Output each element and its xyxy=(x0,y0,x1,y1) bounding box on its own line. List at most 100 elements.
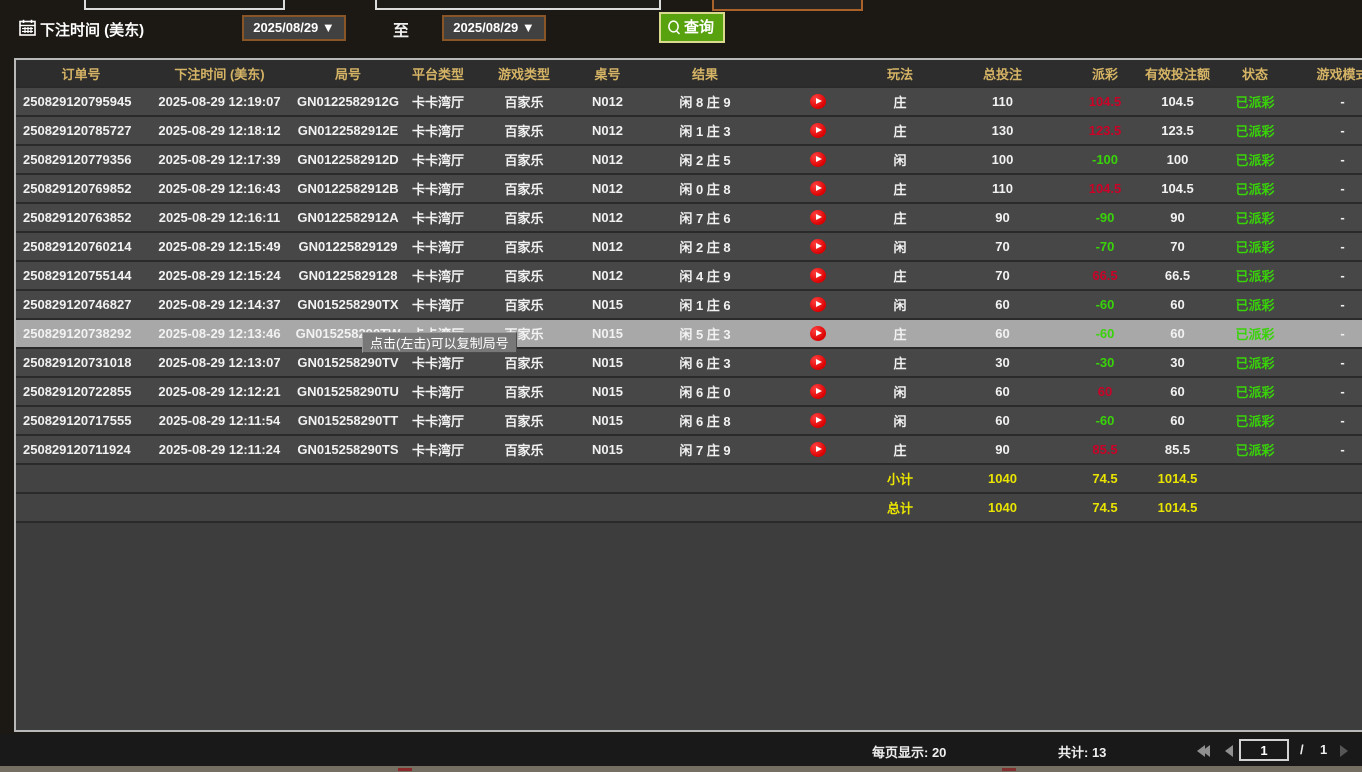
order-number: 250829120711924 xyxy=(16,436,146,463)
play-video-icon[interactable] xyxy=(810,442,826,457)
round-number[interactable]: GN0122582912A xyxy=(293,204,403,231)
game-type: 百家乐 xyxy=(473,146,575,173)
table-number: N012 xyxy=(575,175,640,202)
play-video-icon[interactable] xyxy=(810,152,826,167)
next-page-icon[interactable] xyxy=(1340,744,1348,762)
order-number: 250829120763852 xyxy=(16,204,146,231)
total-bet: 100 xyxy=(935,146,1070,173)
status xyxy=(1215,465,1295,492)
table-row[interactable]: 2508291207602142025-08-29 12:15:49GN0122… xyxy=(16,233,1362,262)
total-bet: 90 xyxy=(935,204,1070,231)
round-number[interactable]: GN0122582912G xyxy=(293,88,403,115)
game-mode: - xyxy=(1295,291,1362,318)
bet-time: 2025-08-29 12:12:21 xyxy=(146,378,293,405)
game-mode: - xyxy=(1295,262,1362,289)
partial-highlighted-field[interactable] xyxy=(712,0,863,11)
valid-bet: 100 xyxy=(1140,146,1215,173)
partial-input-left[interactable] xyxy=(84,0,285,10)
table-row[interactable]: 2508291207698522025-08-29 12:16:43GN0122… xyxy=(16,175,1362,204)
table-row[interactable]: 2508291207468272025-08-29 12:14:37GN0152… xyxy=(16,291,1362,320)
header-order-number: 订单号 xyxy=(16,60,146,86)
order-number: 250829120779356 xyxy=(16,146,146,173)
round-number[interactable]: GN015258290TS xyxy=(293,436,403,463)
total-bet: 60 xyxy=(935,407,1070,434)
table-row[interactable]: 2508291207310182025-08-29 12:13:07GN0152… xyxy=(16,349,1362,378)
table-row[interactable]: 2508291207175552025-08-29 12:11:54GN0152… xyxy=(16,407,1362,436)
play-icon-cell xyxy=(770,320,865,347)
table-row[interactable]: 2508291207382922025-08-29 12:13:46GN0152… xyxy=(16,320,1362,349)
valid-bet: 66.5 xyxy=(1140,262,1215,289)
play-video-icon[interactable] xyxy=(810,94,826,109)
game-type: 百家乐 xyxy=(473,349,575,376)
game-mode xyxy=(1295,465,1362,492)
order-number: 250829120795945 xyxy=(16,88,146,115)
prev-page-icon[interactable] xyxy=(1225,744,1233,762)
game-mode: - xyxy=(1295,378,1362,405)
bet-time: 2025-08-29 12:13:46 xyxy=(146,320,293,347)
play-video-icon[interactable] xyxy=(810,355,826,370)
result: 闲 2 庄 8 xyxy=(640,233,770,260)
page-number-input[interactable] xyxy=(1239,739,1289,761)
status: 已派彩 xyxy=(1215,117,1295,144)
game-mode xyxy=(1295,494,1362,521)
table-row[interactable]: 2508291207638522025-08-29 12:16:11GN0122… xyxy=(16,204,1362,233)
play-video-icon[interactable] xyxy=(810,297,826,312)
table-row[interactable]: 2508291207959452025-08-29 12:19:07GN0122… xyxy=(16,88,1362,117)
payout: -60 xyxy=(1070,407,1140,434)
total-row: 总计104074.51014.5 xyxy=(16,494,1362,523)
play-icon-cell xyxy=(770,291,865,318)
total-bet: 60 xyxy=(935,291,1070,318)
bet-time: 2025-08-29 12:17:39 xyxy=(146,146,293,173)
bet-time: 2025-08-29 12:16:11 xyxy=(146,204,293,231)
table-row[interactable]: 2508291207228552025-08-29 12:12:21GN0152… xyxy=(16,378,1362,407)
result xyxy=(640,494,770,521)
header-platform-type: 平台类型 xyxy=(403,60,473,86)
valid-bet: 60 xyxy=(1140,378,1215,405)
round-number[interactable]: GN0122582912B xyxy=(293,175,403,202)
play-video-icon[interactable] xyxy=(810,181,826,196)
round-number[interactable]: GN01225829129 xyxy=(293,233,403,260)
search-button[interactable]: 查询 xyxy=(659,12,725,43)
round-number[interactable]: GN0122582912E xyxy=(293,117,403,144)
total-bet: 30 xyxy=(935,349,1070,376)
copy-round-tooltip: 点击(左击)可以复制局号 xyxy=(362,332,517,353)
round-number[interactable]: GN015258290TV xyxy=(293,349,403,376)
round-number[interactable]: GN015258290TU xyxy=(293,378,403,405)
platform-type: 卡卡湾厅 xyxy=(403,407,473,434)
total-bet: 60 xyxy=(935,378,1070,405)
partial-input-mid[interactable] xyxy=(375,0,661,10)
play-video-icon[interactable] xyxy=(810,123,826,138)
play-video-icon[interactable] xyxy=(810,268,826,283)
play-video-icon[interactable] xyxy=(810,210,826,225)
subtotal-row: 小计104074.51014.5 xyxy=(16,465,1362,494)
total-bet: 90 xyxy=(935,436,1070,463)
game-mode: - xyxy=(1295,117,1362,144)
payout: -100 xyxy=(1070,146,1140,173)
bet-time: 2025-08-29 12:19:07 xyxy=(146,88,293,115)
round-number[interactable]: GN01225829128 xyxy=(293,262,403,289)
platform-type xyxy=(403,494,473,521)
game-type xyxy=(473,494,575,521)
play-video-icon[interactable] xyxy=(810,384,826,399)
round-number[interactable]: GN0122582912D xyxy=(293,146,403,173)
table-row[interactable]: 2508291207793562025-08-29 12:17:39GN0122… xyxy=(16,146,1362,175)
table-row[interactable]: 2508291207551442025-08-29 12:15:24GN0122… xyxy=(16,262,1362,291)
game-mode: - xyxy=(1295,204,1362,231)
table-number: N012 xyxy=(575,88,640,115)
play-method: 小计 xyxy=(865,465,935,492)
play-method: 闲 xyxy=(865,378,935,405)
play-video-icon[interactable] xyxy=(810,326,826,341)
play-video-icon[interactable] xyxy=(810,413,826,428)
date-to-picker[interactable]: 2025/08/29 ▼ xyxy=(442,15,546,41)
date-from-picker[interactable]: 2025/08/29 ▼ xyxy=(242,15,346,41)
table-row[interactable]: 2508291207857272025-08-29 12:18:12GN0122… xyxy=(16,117,1362,146)
first-page-icon[interactable] xyxy=(1197,744,1210,762)
play-video-icon[interactable] xyxy=(810,239,826,254)
round-number[interactable]: GN015258290TT xyxy=(293,407,403,434)
table-row[interactable]: 2508291207119242025-08-29 12:11:24GN0152… xyxy=(16,436,1362,465)
round-number[interactable]: GN015258290TX xyxy=(293,291,403,318)
valid-bet: 1014.5 xyxy=(1140,465,1215,492)
payout: 66.5 xyxy=(1070,262,1140,289)
valid-bet: 104.5 xyxy=(1140,88,1215,115)
play-icon-cell xyxy=(770,233,865,260)
